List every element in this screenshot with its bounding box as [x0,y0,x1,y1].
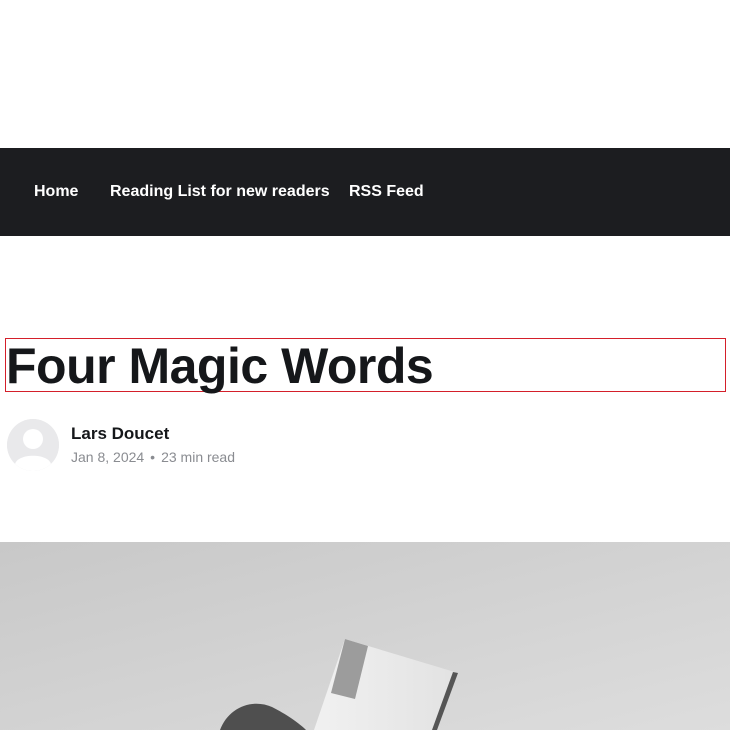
meta-separator: • [150,449,156,465]
nav-item-reading-list[interactable]: Reading List for new readers [110,148,330,236]
author-name[interactable]: Lars Doucet [71,424,169,444]
reading-time: 23 min read [161,449,236,465]
hero-image [0,542,730,730]
post-title: Four Magic Words [6,338,434,394]
post-date: Jan 8, 2024 [71,449,145,465]
nav-item-home[interactable]: Home [34,148,78,236]
hero-photo [0,542,730,730]
author-avatar[interactable] [7,419,59,471]
post-meta: Jan 8, 2024 • 23 min read [71,449,235,465]
top-navigation: Home Reading List for new readers RSS Fe… [0,148,730,236]
nav-item-rss-feed[interactable]: RSS Feed [349,148,424,236]
user-avatar-placeholder-icon [7,419,59,471]
